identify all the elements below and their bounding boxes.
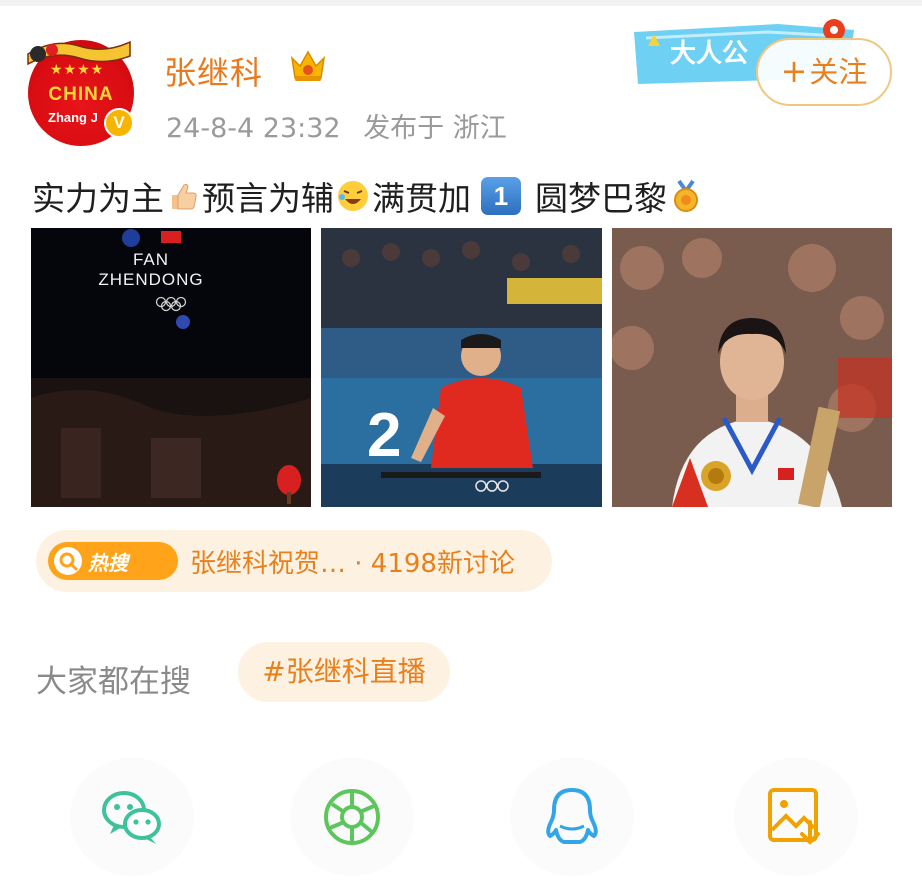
keycap-one-emoji-icon: 1: [481, 177, 521, 215]
post-image-2[interactable]: 2: [321, 228, 602, 507]
qq-icon: [546, 788, 598, 844]
save-image-icon: [768, 788, 820, 845]
post-location: 发布于 浙江: [363, 113, 507, 144]
post-text-part-1: 实力为主: [32, 179, 164, 218]
post-text-part-3: 满贯加: [372, 179, 471, 218]
verified-badge-icon: V: [104, 108, 134, 138]
share-moments-button[interactable]: [290, 758, 414, 876]
avatar-name-text: Zhang J: [48, 110, 98, 125]
moments-icon: [324, 789, 380, 845]
follow-label: 关注: [809, 55, 868, 89]
post-image-3[interactable]: [612, 228, 892, 507]
photo-1-caption-line-2: ZHENDONG: [98, 270, 204, 289]
crown-icon: [290, 50, 326, 81]
share-qq-button[interactable]: [510, 758, 634, 876]
top-divider: [0, 0, 922, 6]
avatar-china-text: CHINA: [48, 84, 114, 105]
laughing-emoji-icon: [338, 181, 368, 211]
thumbs-up-emoji-icon: [172, 183, 197, 210]
hot-search-pill[interactable]: 热搜 张继科祝贺… · 4198新讨论: [36, 530, 552, 592]
post-text-part-2: 预言为辅: [202, 179, 334, 218]
wechat-icon: [102, 791, 161, 844]
follow-button[interactable]: +关注: [756, 38, 892, 106]
svg-text:大人公: 大人公: [670, 39, 748, 69]
photo-2-scene: 2: [321, 228, 602, 507]
medal-emoji-icon: [674, 179, 698, 212]
photo-2-court-number: 2: [367, 401, 401, 470]
search-icon: [54, 547, 82, 575]
everyone-search-label: 大家都在搜: [36, 664, 191, 700]
hot-search-badge-label: 热搜: [88, 550, 128, 575]
post-image-1[interactable]: FAN ZHENDONG: [31, 228, 311, 507]
photo-1-caption: FAN ZHENDONG: [31, 250, 271, 290]
post-text-part-4: 圆梦巴黎: [535, 179, 667, 218]
follow-plus: +: [780, 52, 808, 90]
post-meta: 24-8-4 23:32 发布于 浙江: [166, 106, 521, 145]
post-text: 实力为主 预言为辅 满贯加 1 圆梦巴黎: [32, 172, 705, 220]
photo-1-caption-line-1: FAN: [132, 250, 170, 269]
post-time: 24-8-4 23:32: [166, 113, 341, 144]
hot-search-text: 张继科祝贺… · 4198新讨论: [190, 549, 515, 579]
hot-search-badge: 热搜: [48, 542, 178, 580]
username[interactable]: 张继科: [164, 48, 263, 94]
everyone-search-tag[interactable]: #张继科直播: [238, 642, 450, 702]
photo-3-scene: [612, 228, 892, 507]
avatar-stars: ★★★★: [50, 62, 105, 78]
save-image-button[interactable]: [734, 758, 858, 876]
share-wechat-button[interactable]: [70, 758, 194, 876]
